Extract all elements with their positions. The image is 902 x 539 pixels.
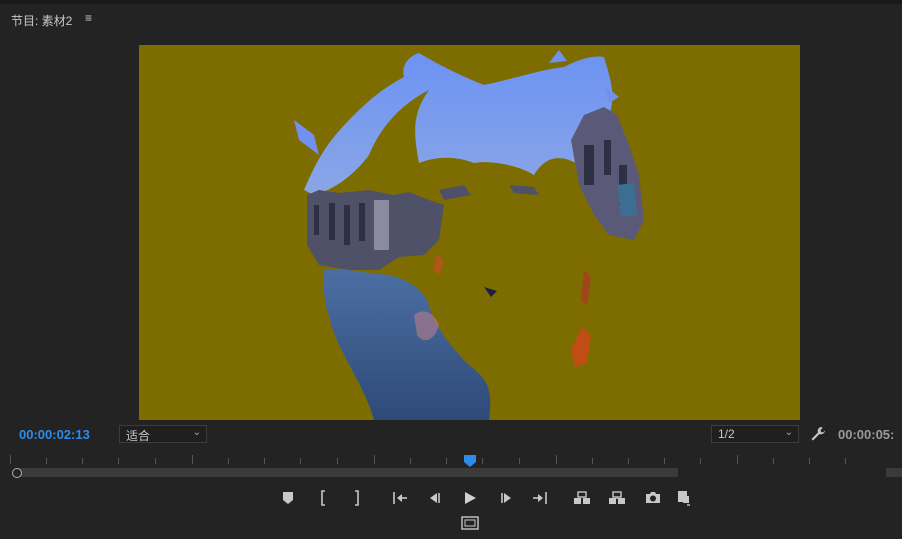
panel-menu-icon[interactable]: ≡ [85,11,92,25]
zoom-level-value: 适合 [126,429,151,443]
step-forward-icon[interactable] [496,488,516,508]
chevron-down-icon: ⌄ [784,427,793,438]
mark-in-icon[interactable] [314,488,334,508]
button-editor-icon[interactable] [674,488,694,508]
time-ruler[interactable] [10,452,890,468]
camera-icon[interactable] [643,488,663,508]
extract-icon[interactable] [607,488,627,508]
mark-out-icon[interactable] [346,488,366,508]
zoom-scroll-handle[interactable] [12,468,22,478]
current-timecode[interactable]: 00:00:02:13 [19,427,90,442]
panel-title[interactable]: 节目: 素材2 [11,12,72,29]
lift-icon[interactable] [572,488,592,508]
go-to-out-icon[interactable] [530,488,550,508]
panel-header: 节目: 素材2 ≡ [0,4,902,34]
zoom-level-dropdown[interactable]: 适合 ⌄ [119,425,207,443]
add-marker-icon[interactable] [278,488,298,508]
transport-controls [0,488,902,508]
playhead[interactable] [463,454,477,467]
chevron-down-icon: ⌄ [192,427,201,438]
safe-margins-icon[interactable] [460,515,480,531]
duration-timecode: 00:00:05: [838,427,895,442]
video-frame [139,45,800,420]
play-icon[interactable] [460,488,480,508]
wrench-icon[interactable] [809,425,827,443]
program-monitor-viewer[interactable] [139,45,800,420]
step-back-icon[interactable] [425,488,445,508]
resolution-value: 1/2 [718,427,735,441]
zoom-scroll-bar[interactable] [18,468,678,477]
playback-resolution-dropdown[interactable]: 1/2 ⌄ [711,425,799,443]
zoom-scroll-bar-end [886,468,902,477]
go-to-in-icon[interactable] [390,488,410,508]
